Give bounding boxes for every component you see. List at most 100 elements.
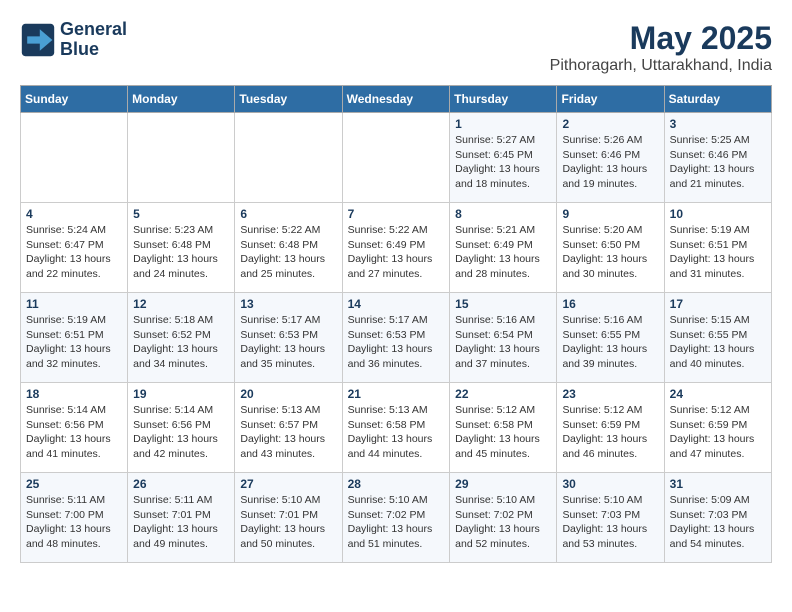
day-number: 4 [26,207,122,221]
calendar-cell: 23Sunrise: 5:12 AM Sunset: 6:59 PM Dayli… [557,383,664,473]
calendar-cell: 24Sunrise: 5:12 AM Sunset: 6:59 PM Dayli… [664,383,771,473]
calendar-cell: 9 Sunrise: 5:20 AM Sunset: 6:50 PM Daylig… [557,203,664,293]
calendar-cell: 28Sunrise: 5:10 AM Sunset: 7:02 PM Dayli… [342,473,450,563]
day-number: 11 [26,297,122,311]
calendar-cell: 30 Sunrise: 5:10 AM Sunset: 7:03 PM Dayli… [557,473,664,563]
calendar-cell: 12 Sunrise: 5:18 AM Sunset: 6:52 PM Dayli… [128,293,235,383]
day-info: Sunrise: 5:15 AM Sunset: 6:55 PM Dayligh… [670,313,766,372]
day-number: 27 [240,477,336,491]
day-info: Sunrise: 5:19 AM Sunset: 6:51 PM Dayligh… [670,223,766,282]
day-number: 6 [240,207,336,221]
weekday-header-row: SundayMondayTuesdayWednesdayThursdayFrid… [21,86,772,113]
calendar-cell: 13 Sunrise: 5:17 AM Sunset: 6:53 PM Dayli… [235,293,342,383]
calendar-cell: 11 Sunrise: 5:19 AM Sunset: 6:51 PM Dayli… [21,293,128,383]
page-header: General Blue May 2025 Pithoragarh, Uttar… [20,20,772,75]
day-number: 21 [348,387,445,401]
logo-icon [20,22,56,58]
calendar-cell: 19 Sunrise: 5:14 AM Sunset: 6:56 PM Dayli… [128,383,235,473]
day-info: Sunrise: 5:13 AM Sunset: 6:58 PM Dayligh… [348,403,445,462]
day-info: Sunrise: 5:23 AM Sunset: 6:48 PM Dayligh… [133,223,229,282]
calendar-cell: 15 Sunrise: 5:16 AM Sunset: 6:54 PM Dayli… [450,293,557,383]
day-number: 14 [348,297,445,311]
day-info: Sunrise: 5:26 AM Sunset: 6:46 PM Dayligh… [562,133,658,192]
calendar-cell: 14 Sunrise: 5:17 AM Sunset: 6:53 PM Dayli… [342,293,450,383]
day-info: Sunrise: 5:10 AM Sunset: 7:02 PM Dayligh… [348,493,445,552]
location: Pithoragarh, Uttarakhand, India [550,57,772,75]
calendar-cell [21,113,128,203]
calendar-week-row: 4 Sunrise: 5:24 AM Sunset: 6:47 PM Daylig… [21,203,772,293]
day-info: Sunrise: 5:19 AM Sunset: 6:51 PM Dayligh… [26,313,122,372]
calendar-cell: 1Sunrise: 5:27 AM Sunset: 6:45 PM Daylig… [450,113,557,203]
day-number: 8 [455,207,551,221]
calendar-cell: 8 Sunrise: 5:21 AM Sunset: 6:49 PM Daylig… [450,203,557,293]
calendar-cell: 21 Sunrise: 5:13 AM Sunset: 6:58 PM Dayli… [342,383,450,473]
day-info: Sunrise: 5:25 AM Sunset: 6:46 PM Dayligh… [670,133,766,192]
calendar-cell: 10 Sunrise: 5:19 AM Sunset: 6:51 PM Dayli… [664,203,771,293]
day-info: Sunrise: 5:17 AM Sunset: 6:53 PM Dayligh… [348,313,445,372]
calendar-cell: 22Sunrise: 5:12 AM Sunset: 6:58 PM Dayli… [450,383,557,473]
weekday-header: Friday [557,86,664,113]
month-year: May 2025 [550,20,772,57]
day-number: 10 [670,207,766,221]
calendar-cell: 3 Sunrise: 5:25 AM Sunset: 6:46 PM Daylig… [664,113,771,203]
calendar-cell: 18 Sunrise: 5:14 AM Sunset: 6:56 PM Dayli… [21,383,128,473]
day-number: 9 [562,207,658,221]
weekday-header: Saturday [664,86,771,113]
day-info: Sunrise: 5:24 AM Sunset: 6:47 PM Dayligh… [26,223,122,282]
day-info: Sunrise: 5:16 AM Sunset: 6:55 PM Dayligh… [562,313,658,372]
day-info: Sunrise: 5:17 AM Sunset: 6:53 PM Dayligh… [240,313,336,372]
day-info: Sunrise: 5:14 AM Sunset: 6:56 PM Dayligh… [26,403,122,462]
calendar-week-row: 11 Sunrise: 5:19 AM Sunset: 6:51 PM Dayli… [21,293,772,383]
calendar-cell [128,113,235,203]
day-info: Sunrise: 5:13 AM Sunset: 6:57 PM Dayligh… [240,403,336,462]
calendar-cell: 25 Sunrise: 5:11 AM Sunset: 7:00 PM Dayli… [21,473,128,563]
weekday-header: Sunday [21,86,128,113]
day-number: 1 [455,117,551,131]
calendar-cell: 20Sunrise: 5:13 AM Sunset: 6:57 PM Dayli… [235,383,342,473]
day-number: 5 [133,207,229,221]
day-number: 16 [562,297,658,311]
day-number: 25 [26,477,122,491]
day-info: Sunrise: 5:20 AM Sunset: 6:50 PM Dayligh… [562,223,658,282]
calendar-week-row: 18 Sunrise: 5:14 AM Sunset: 6:56 PM Dayli… [21,383,772,473]
calendar-cell [235,113,342,203]
day-info: Sunrise: 5:11 AM Sunset: 7:00 PM Dayligh… [26,493,122,552]
day-number: 18 [26,387,122,401]
title-block: May 2025 Pithoragarh, Uttarakhand, India [550,20,772,75]
day-info: Sunrise: 5:11 AM Sunset: 7:01 PM Dayligh… [133,493,229,552]
day-number: 29 [455,477,551,491]
day-info: Sunrise: 5:12 AM Sunset: 6:59 PM Dayligh… [562,403,658,462]
day-number: 22 [455,387,551,401]
weekday-header: Tuesday [235,86,342,113]
day-number: 17 [670,297,766,311]
calendar-cell: 29Sunrise: 5:10 AM Sunset: 7:02 PM Dayli… [450,473,557,563]
weekday-header: Monday [128,86,235,113]
calendar-cell: 7Sunrise: 5:22 AM Sunset: 6:49 PM Daylig… [342,203,450,293]
day-info: Sunrise: 5:18 AM Sunset: 6:52 PM Dayligh… [133,313,229,372]
day-number: 26 [133,477,229,491]
day-info: Sunrise: 5:16 AM Sunset: 6:54 PM Dayligh… [455,313,551,372]
calendar-cell: 5 Sunrise: 5:23 AM Sunset: 6:48 PM Daylig… [128,203,235,293]
day-info: Sunrise: 5:22 AM Sunset: 6:49 PM Dayligh… [348,223,445,282]
day-number: 12 [133,297,229,311]
day-number: 2 [562,117,658,131]
day-info: Sunrise: 5:10 AM Sunset: 7:03 PM Dayligh… [562,493,658,552]
calendar-week-row: 25 Sunrise: 5:11 AM Sunset: 7:00 PM Dayli… [21,473,772,563]
day-number: 3 [670,117,766,131]
day-number: 19 [133,387,229,401]
logo-line1: General [60,19,127,39]
day-info: Sunrise: 5:14 AM Sunset: 6:56 PM Dayligh… [133,403,229,462]
day-number: 15 [455,297,551,311]
day-info: Sunrise: 5:12 AM Sunset: 6:59 PM Dayligh… [670,403,766,462]
day-number: 13 [240,297,336,311]
calendar-cell: 27 Sunrise: 5:10 AM Sunset: 7:01 PM Dayli… [235,473,342,563]
day-info: Sunrise: 5:10 AM Sunset: 7:01 PM Dayligh… [240,493,336,552]
day-number: 30 [562,477,658,491]
logo: General Blue [20,20,127,60]
calendar-cell: 31Sunrise: 5:09 AM Sunset: 7:03 PM Dayli… [664,473,771,563]
calendar-cell: 26 Sunrise: 5:11 AM Sunset: 7:01 PM Dayli… [128,473,235,563]
calendar-cell: 16 Sunrise: 5:16 AM Sunset: 6:55 PM Dayli… [557,293,664,383]
day-info: Sunrise: 5:21 AM Sunset: 6:49 PM Dayligh… [455,223,551,282]
day-info: Sunrise: 5:22 AM Sunset: 6:48 PM Dayligh… [240,223,336,282]
calendar-table: SundayMondayTuesdayWednesdayThursdayFrid… [20,85,772,563]
